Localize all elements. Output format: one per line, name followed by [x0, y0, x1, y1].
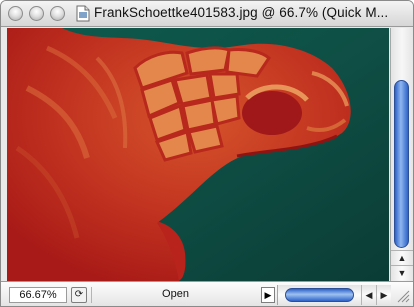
horizontal-scrollbar[interactable]: ◀ ▶ — [277, 285, 391, 305]
zoom-level-field[interactable]: 66.67% — [9, 287, 67, 303]
window-title: FrankSchoettke401583.jpg @ 66.7% (Quick … — [94, 5, 389, 20]
navigator-icon[interactable]: ⟳ — [71, 287, 87, 303]
arrow-right-icon[interactable]: ▶ — [376, 285, 391, 305]
window-minimize-icon[interactable] — [29, 6, 44, 21]
image-canvas[interactable] — [7, 28, 389, 281]
document-window: FrankSchoettke401583.jpg @ 66.7% (Quick … — [0, 0, 414, 307]
title-bar[interactable]: FrankSchoettke401583.jpg @ 66.7% (Quick … — [1, 1, 413, 27]
arrow-left-icon[interactable]: ◀ — [361, 285, 376, 305]
vertical-scroll-thumb[interactable] — [394, 80, 409, 248]
horizontal-scroll-thumb[interactable] — [285, 288, 354, 302]
arrow-down-icon[interactable]: ▼ — [391, 265, 413, 280]
status-bar: 66.67% ⟳ Open ▶ ◀ ▶ — [1, 281, 413, 306]
document-icon[interactable] — [76, 5, 90, 22]
resize-grip-icon[interactable] — [394, 287, 410, 303]
triangle-right-icon[interactable]: ▶ — [261, 287, 275, 303]
status-info-text: Open — [91, 287, 259, 303]
window-zoom-icon[interactable] — [50, 6, 65, 21]
turtle-image — [7, 28, 389, 281]
window-close-icon[interactable] — [8, 6, 23, 21]
vertical-scrollbar[interactable]: ▲ ▼ — [390, 28, 413, 281]
arrow-up-icon[interactable]: ▲ — [391, 250, 413, 265]
